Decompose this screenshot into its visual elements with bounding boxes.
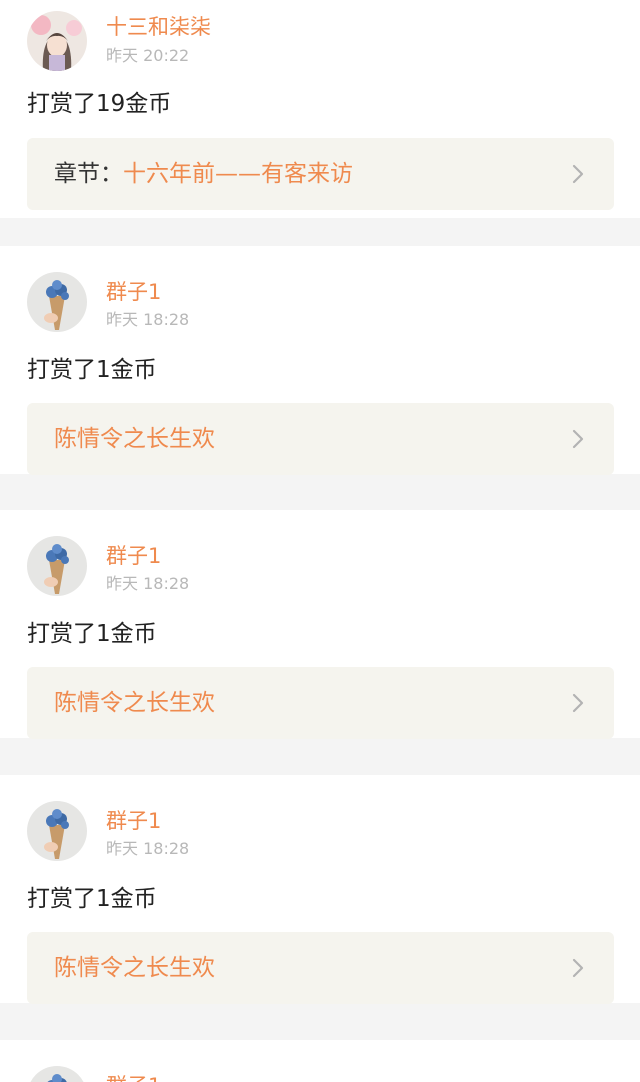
avatar[interactable] (27, 801, 87, 861)
novel-link-label: 陈情令之长生欢 (54, 690, 215, 716)
flower-bouquet-avatar-icon (27, 801, 87, 861)
novel-link[interactable]: 陈情令之长生欢 (27, 932, 614, 1004)
chapter-prefix: 章节： (54, 161, 123, 187)
reward-card: 群子1 昨天 18:28 打赏了1金币 陈情令之长生欢 (0, 246, 640, 475)
timestamp: 昨天 18:28 (106, 839, 190, 858)
reward-card: 群子1 昨天 18:28 打赏了1金币 陈情令之长生欢 (0, 510, 640, 739)
username[interactable]: 十三和柒柒 (106, 14, 211, 40)
reward-feed: 十三和柒柒 昨天 20:22 打赏了19金币 章节：十六年前——有客来访 群子1… (0, 0, 640, 1082)
flower-bouquet-avatar-icon (27, 272, 87, 332)
username[interactable]: 群子1 (106, 808, 161, 834)
reward-text: 打赏了1金币 (27, 886, 157, 912)
novel-link[interactable]: 陈情令之长生欢 (27, 403, 614, 475)
avatar[interactable] (27, 536, 87, 596)
reward-text: 打赏了1金币 (27, 357, 157, 383)
chevron-right-icon (572, 164, 584, 184)
chevron-right-icon (572, 693, 584, 713)
reward-card: 十三和柒柒 昨天 20:22 打赏了19金币 章节：十六年前——有客来访 (0, 0, 640, 218)
reward-card: 群子1 (0, 1040, 640, 1082)
novel-link[interactable]: 陈情令之长生欢 (27, 667, 614, 739)
timestamp: 昨天 18:28 (106, 310, 190, 329)
novel-link-label: 陈情令之长生欢 (54, 426, 215, 452)
username[interactable]: 群子1 (106, 543, 161, 569)
chapter-link-label: 章节：十六年前——有客来访 (54, 160, 353, 188)
username[interactable]: 群子1 (106, 1073, 161, 1082)
username[interactable]: 群子1 (106, 279, 161, 305)
avatar[interactable] (27, 272, 87, 332)
timestamp: 昨天 18:28 (106, 574, 190, 593)
reward-text: 打赏了1金币 (27, 621, 157, 647)
reward-card: 群子1 昨天 18:28 打赏了1金币 陈情令之长生欢 (0, 775, 640, 1004)
flower-bouquet-avatar-icon (27, 1066, 87, 1082)
girl-avatar-icon (27, 11, 87, 71)
chevron-right-icon (572, 429, 584, 449)
chapter-title: 十六年前——有客来访 (123, 161, 353, 187)
avatar[interactable] (27, 11, 87, 71)
novel-link-label: 陈情令之长生欢 (54, 955, 215, 981)
avatar[interactable] (27, 1066, 87, 1082)
flower-bouquet-avatar-icon (27, 536, 87, 596)
reward-text: 打赏了19金币 (27, 91, 172, 117)
chapter-link[interactable]: 章节：十六年前——有客来访 (27, 138, 614, 210)
timestamp: 昨天 20:22 (106, 46, 190, 65)
chevron-right-icon (572, 958, 584, 978)
